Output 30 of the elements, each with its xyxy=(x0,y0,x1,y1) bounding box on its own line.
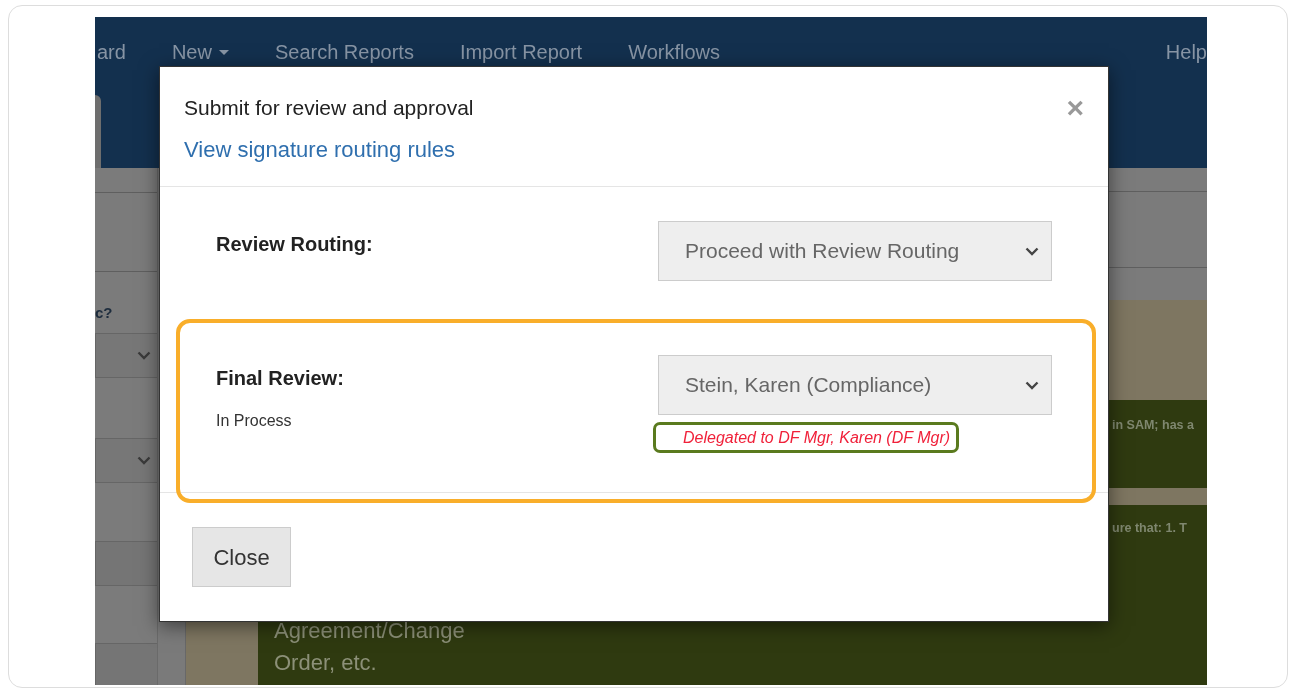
delegation-note: Delegated to DF Mgr, Karen (DF Mgr) xyxy=(653,422,960,453)
chevron-down-icon xyxy=(1025,380,1039,390)
select-field[interactable]: Proceed with Review Routing xyxy=(658,221,1052,281)
select-field[interactable]: Stein, Karen (Compliance) xyxy=(658,355,1052,415)
input-field[interactable] xyxy=(95,642,157,685)
close-button[interactable]: Close xyxy=(192,527,291,587)
cell-text: in SAM; has a xyxy=(1112,417,1195,434)
tab[interactable] xyxy=(95,95,101,168)
nav-link[interactable]: ard xyxy=(97,37,126,67)
nav-link[interactable]: Help xyxy=(1165,37,1207,67)
chevron-down-icon xyxy=(137,350,151,360)
select-field[interactable] xyxy=(95,437,157,483)
nav-link[interactable]: Search Reports xyxy=(274,37,414,67)
nav-link[interactable]: Workflows xyxy=(628,37,721,67)
select-field[interactable] xyxy=(95,332,157,378)
nav-link[interactable]: New xyxy=(171,37,229,67)
routing-rules-link[interactable]: View signature routing rules xyxy=(184,133,456,166)
status-text: In Process xyxy=(216,411,293,431)
cell-text: ure that: 1. T xyxy=(1112,520,1188,537)
nav-link[interactable]: Import Report xyxy=(459,37,583,67)
field-label: c? xyxy=(95,303,114,323)
field-label: Final Review: xyxy=(216,366,344,391)
caret-icon xyxy=(218,49,229,55)
chevron-down-icon xyxy=(137,455,151,465)
close-button[interactable]: × xyxy=(1066,95,1084,121)
chevron-down-icon xyxy=(1025,246,1039,256)
input-field[interactable] xyxy=(95,540,157,586)
cell-text: Agreement/Change Order, etc. xyxy=(274,617,465,677)
modal-title: Submit for review and approval xyxy=(184,95,474,121)
field-label: Review Routing: xyxy=(216,232,373,257)
